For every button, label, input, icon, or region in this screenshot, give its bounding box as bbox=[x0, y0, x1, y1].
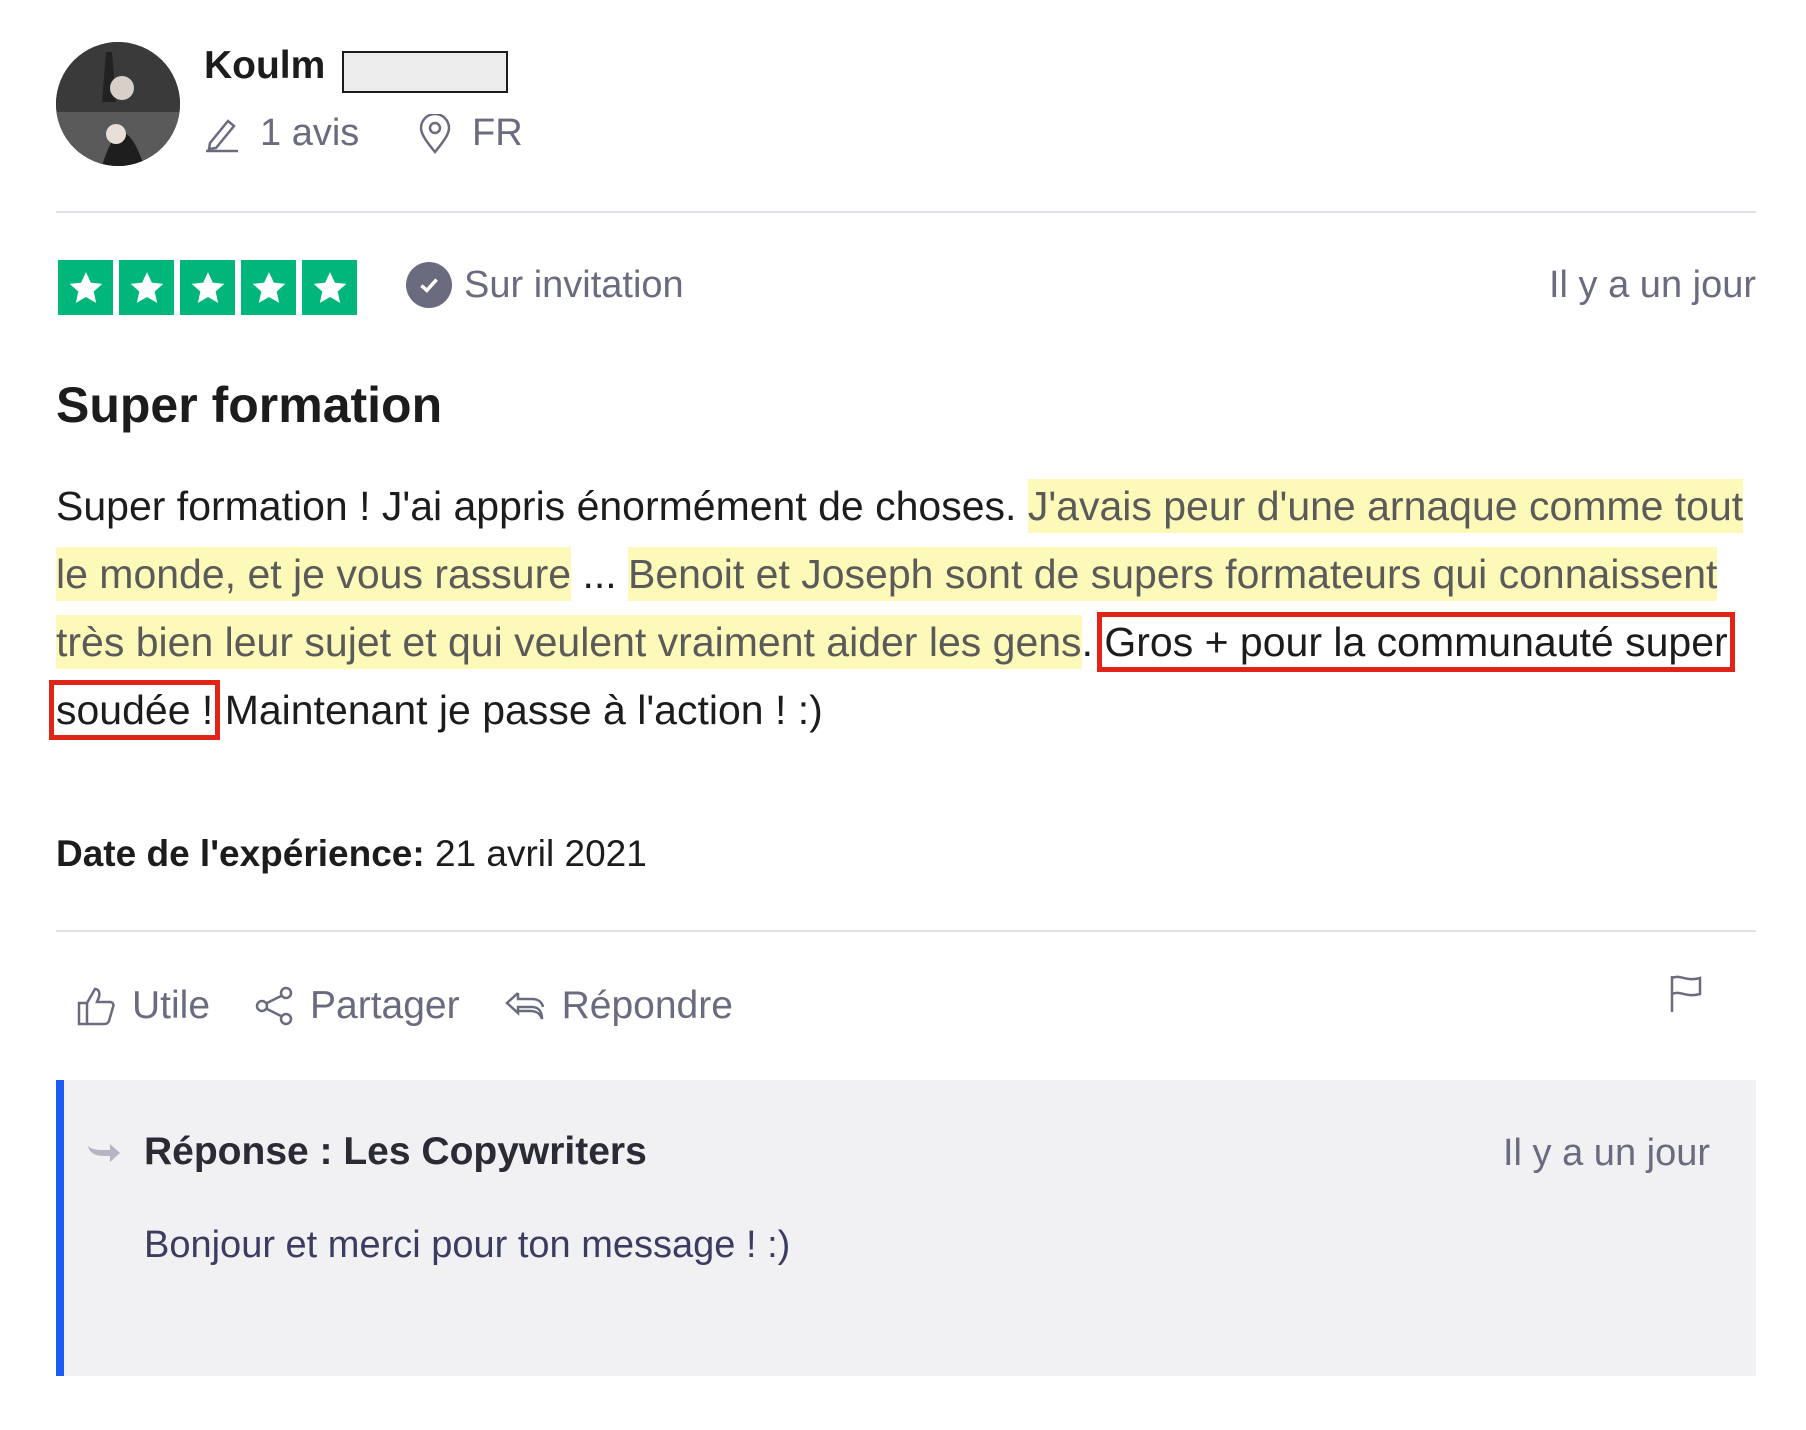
experience-value: 21 avril 2021 bbox=[424, 833, 647, 874]
star-icon bbox=[119, 260, 174, 315]
country-label: FR bbox=[472, 112, 523, 154]
checkmark-icon bbox=[406, 262, 452, 308]
review-text: Super formation ! J'ai appris énormément… bbox=[56, 483, 1028, 529]
review-text: ... bbox=[571, 551, 629, 597]
reply-title: Réponse : Les Copywriters bbox=[144, 1130, 647, 1173]
share-icon bbox=[255, 986, 293, 1026]
divider bbox=[56, 211, 1756, 213]
avatar[interactable] bbox=[56, 42, 180, 166]
review-count-label: 1 avis bbox=[260, 112, 360, 154]
reply-button[interactable]: Répondre bbox=[504, 984, 733, 1028]
reviewer-country: FR bbox=[418, 112, 523, 155]
star-icon bbox=[180, 260, 235, 315]
reply-text: Bonjour et merci pour ton message ! :) bbox=[144, 1224, 791, 1266]
reply-arrow-icon bbox=[504, 992, 544, 1020]
useful-button[interactable]: Utile bbox=[76, 984, 210, 1028]
pencil-icon bbox=[206, 118, 238, 152]
reply-label: Répondre bbox=[561, 984, 733, 1027]
report-flag-button[interactable] bbox=[1668, 974, 1704, 1019]
reviewer-name[interactable]: Koulm bbox=[204, 44, 325, 88]
review-actions: Utile Partager Répondre bbox=[76, 984, 777, 1028]
share-label: Partager bbox=[310, 984, 460, 1027]
useful-label: Utile bbox=[132, 984, 211, 1027]
review-body: Super formation ! J'ai appris énormément… bbox=[49, 472, 1756, 744]
verification-badge[interactable]: Sur invitation bbox=[406, 262, 684, 308]
experience-date: Date de l'expérience: 21 avril 2021 bbox=[56, 833, 647, 875]
flag-icon bbox=[1670, 975, 1702, 1012]
star-icon bbox=[302, 260, 357, 315]
redacted-surname bbox=[342, 51, 508, 93]
star-rating bbox=[58, 260, 363, 315]
location-pin-icon bbox=[419, 113, 451, 154]
experience-label: Date de l'expérience: bbox=[56, 833, 425, 874]
review-text: . bbox=[1081, 619, 1105, 665]
review-text: Maintenant je passe à l'action ! :) bbox=[213, 687, 823, 733]
verification-label: Sur invitation bbox=[464, 263, 684, 306]
review-date: Il y a un jour bbox=[1549, 264, 1756, 306]
reply-date: Il y a un jour bbox=[1503, 1132, 1710, 1174]
star-icon bbox=[241, 260, 296, 315]
share-button[interactable]: Partager bbox=[254, 984, 460, 1028]
review-count: 1 avis bbox=[204, 112, 359, 155]
star-icon bbox=[58, 260, 113, 315]
divider bbox=[56, 930, 1756, 932]
thumbs-up-icon bbox=[77, 987, 115, 1026]
reply-indicator-icon bbox=[86, 1140, 122, 1173]
review-title: Super formation bbox=[56, 377, 443, 433]
